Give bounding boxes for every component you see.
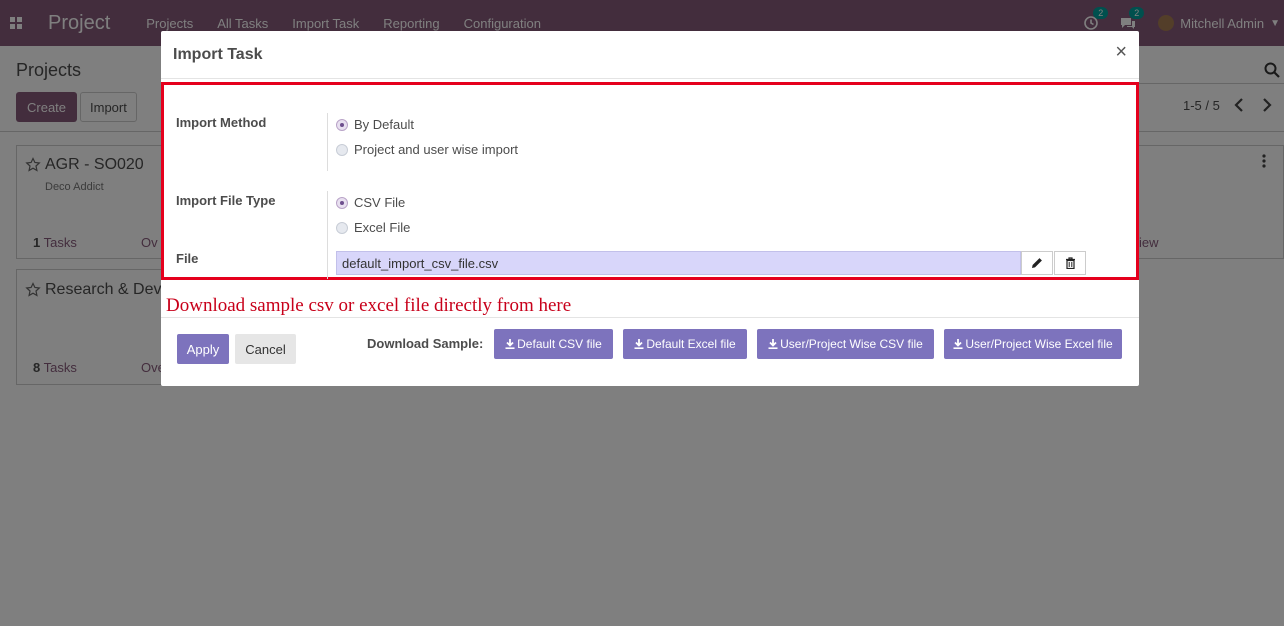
field-divider bbox=[327, 191, 328, 279]
file-name-field[interactable]: default_import_csv_file.csv bbox=[336, 251, 1021, 275]
import-file-type-label: Import File Type bbox=[176, 193, 276, 208]
field-divider bbox=[327, 113, 328, 171]
edit-file-button[interactable] bbox=[1021, 251, 1053, 275]
download-default-csv-button[interactable]: Default CSV file bbox=[494, 329, 613, 359]
radio-label: Project and user wise import bbox=[354, 142, 519, 157]
modal-header: Import Task × bbox=[161, 31, 1139, 79]
download-icon bbox=[953, 339, 963, 349]
radio-unchecked-icon bbox=[336, 143, 348, 156]
file-label: File bbox=[176, 251, 199, 266]
radio-project-user-wise[interactable]: Project and user wise import bbox=[336, 142, 518, 157]
radio-csv-file[interactable]: CSV File bbox=[336, 195, 405, 210]
radio-label: By Default bbox=[354, 117, 414, 132]
download-button-label: Default CSV file bbox=[517, 337, 602, 351]
radio-checked-icon bbox=[336, 118, 348, 131]
modal-title: Import Task bbox=[173, 46, 263, 63]
radio-checked-icon bbox=[336, 196, 348, 209]
import-method-label: Import Method bbox=[176, 115, 267, 130]
clear-file-button[interactable] bbox=[1054, 251, 1086, 275]
footer-divider bbox=[161, 317, 1139, 318]
download-user-project-csv-button[interactable]: User/Project Wise CSV file bbox=[757, 329, 934, 359]
download-user-project-excel-button[interactable]: User/Project Wise Excel file bbox=[944, 329, 1122, 359]
radio-excel-file[interactable]: Excel File bbox=[336, 220, 410, 235]
radio-by-default[interactable]: By Default bbox=[336, 117, 414, 132]
radio-unchecked-icon bbox=[336, 221, 348, 234]
download-sample-label: Download Sample: bbox=[367, 336, 484, 351]
apply-button[interactable]: Apply bbox=[177, 334, 229, 364]
radio-label: CSV File bbox=[354, 195, 406, 210]
pencil-icon bbox=[1032, 258, 1042, 268]
close-icon[interactable]: × bbox=[1115, 42, 1127, 62]
download-button-label: User/Project Wise CSV file bbox=[780, 337, 923, 351]
download-icon bbox=[768, 339, 778, 349]
radio-label: Excel File bbox=[354, 220, 411, 235]
import-task-dialog: Import Task × Import Method By Default P… bbox=[161, 31, 1139, 386]
annotation-text: Download sample csv or excel file direct… bbox=[166, 295, 572, 316]
download-icon bbox=[505, 339, 515, 349]
cancel-button[interactable]: Cancel bbox=[235, 334, 296, 364]
trash-icon bbox=[1065, 257, 1075, 269]
download-button-label: User/Project Wise Excel file bbox=[965, 337, 1113, 351]
download-default-excel-button[interactable]: Default Excel file bbox=[623, 329, 747, 359]
download-button-label: Default Excel file bbox=[646, 337, 736, 351]
download-icon bbox=[634, 339, 644, 349]
